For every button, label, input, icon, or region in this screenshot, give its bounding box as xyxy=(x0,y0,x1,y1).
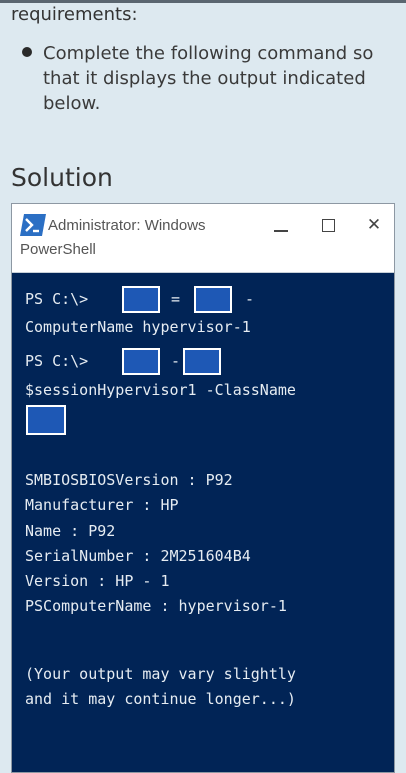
output-note-line-2: and it may continue longer...) xyxy=(25,690,296,708)
answer-blank-5[interactable] xyxy=(26,405,66,435)
close-icon: ✕ xyxy=(366,215,382,235)
terminal-prompt-2: PS C:\> xyxy=(25,352,89,370)
terminal-prompt-1: PS C:\> xyxy=(25,290,89,308)
output-line: SMBIOSBIOSVersion : P92 xyxy=(25,471,233,489)
output-line: Version : HP - 1 xyxy=(25,572,170,590)
close-button[interactable]: ✕ xyxy=(361,212,387,238)
output-line: Manufacturer : HP xyxy=(25,496,179,514)
solution-heading: Solution xyxy=(11,163,113,192)
answer-blank-2[interactable] xyxy=(194,286,232,313)
bullet-icon xyxy=(22,47,32,57)
equals-sign: = xyxy=(171,290,181,308)
maximize-icon xyxy=(321,219,335,232)
minimize-button[interactable] xyxy=(268,212,294,238)
output-line: PSComputerName : hypervisor-1 xyxy=(25,597,287,615)
window-titlebar[interactable]: Administrator: Windows PowerShell ✕ xyxy=(12,204,394,273)
answer-blank-3[interactable] xyxy=(122,348,160,375)
minimize-icon xyxy=(274,230,288,232)
top-divider xyxy=(0,0,406,3)
answer-blank-1[interactable] xyxy=(122,286,160,313)
dash-1: - xyxy=(245,290,255,308)
window-title: Administrator: Windows PowerShell xyxy=(20,217,206,258)
dash-2: - xyxy=(171,352,181,370)
requirement-text: Complete the following command so that i… xyxy=(43,43,374,114)
terminal-line-4: $sessionHypervisor1 -ClassName xyxy=(25,381,296,399)
requirements-label: requirements: xyxy=(11,4,138,25)
maximize-button[interactable] xyxy=(315,212,341,238)
output-line: SerialNumber : 2M251604B4 xyxy=(25,547,251,565)
answer-blank-4[interactable] xyxy=(183,348,221,375)
output-note-line-1: (Your output may vary slightly xyxy=(25,665,296,683)
powershell-window: Administrator: Windows PowerShell ✕ PS C… xyxy=(11,203,395,773)
terminal-line-2: ComputerName hypervisor-1 xyxy=(25,318,251,336)
output-line: Name : P92 xyxy=(25,522,116,540)
